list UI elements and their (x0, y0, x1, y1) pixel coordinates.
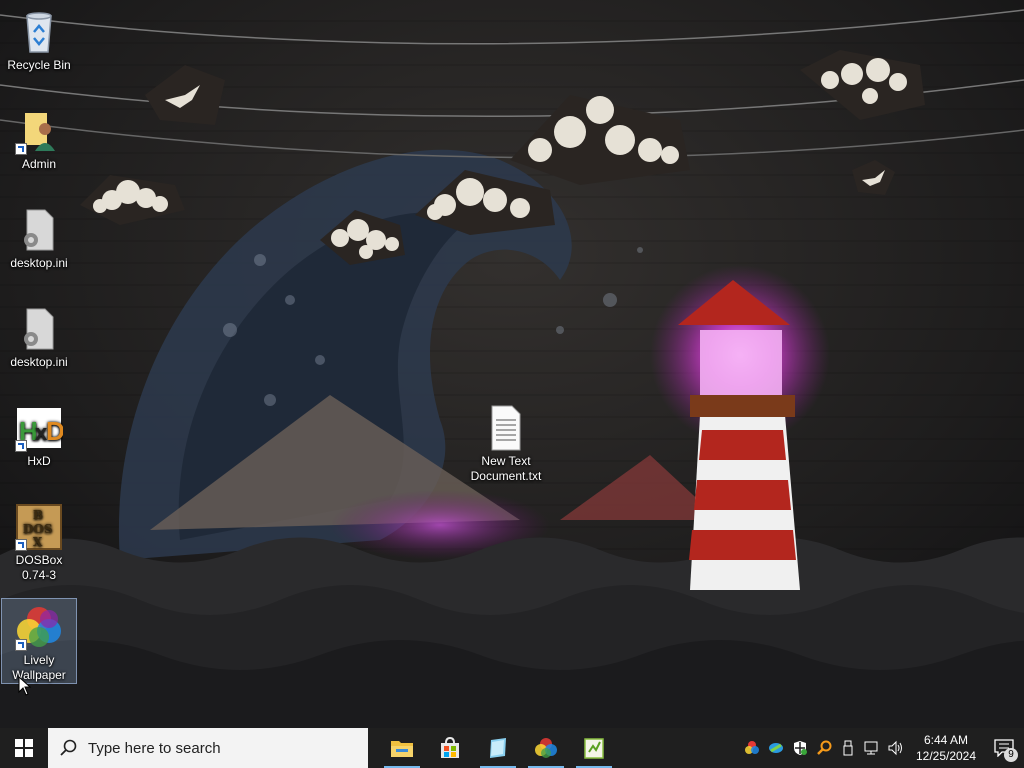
desktop-icon-label: HxD (27, 454, 51, 468)
taskbar-app-lively-wallpaper[interactable] (522, 728, 570, 768)
notepad-icon (490, 738, 506, 758)
taskbar-app-notepad[interactable] (474, 728, 522, 768)
taskbar-app-notepad-plus[interactable] (570, 728, 618, 768)
notification-center-button[interactable]: 9 (984, 728, 1024, 768)
volume-icon[interactable] (884, 728, 908, 768)
desktop-icon-desktop-ini-1[interactable]: desktop.ini (1, 202, 77, 294)
network-tray-icon[interactable] (764, 728, 788, 768)
lively-tray-icon[interactable] (740, 728, 764, 768)
windows-logo-icon (15, 739, 33, 757)
taskbar-clock[interactable]: 6:44 AM 12/25/2024 (908, 732, 984, 764)
desktop-icon-recycle-bin[interactable]: Recycle Bin (1, 4, 77, 96)
text-file-icon (482, 404, 530, 452)
shortcut-arrow-icon (15, 639, 27, 651)
svg-text:B: B (33, 508, 43, 522)
usb-icon[interactable] (836, 728, 860, 768)
desktop-icon-label: Recycle Bin (7, 58, 71, 72)
desktop-icon-new-text-document[interactable]: New Text Document.txt (468, 400, 544, 492)
lively-wallpaper-icon (15, 603, 63, 651)
dosbox-icon: B DOS X (15, 503, 63, 551)
shortcut-arrow-icon (15, 143, 27, 155)
shortcut-arrow-icon (15, 440, 27, 452)
desktop-icon-admin[interactable]: Admin (1, 103, 77, 195)
desktop-icon-lively-wallpaper[interactable]: Lively Wallpaper (1, 598, 77, 684)
settings-file-icon (15, 305, 63, 353)
hxd-icon: H x D (15, 404, 65, 452)
taskbar-app-file-explorer[interactable] (378, 728, 426, 768)
taskbar-search-box[interactable]: Type here to search (48, 728, 368, 768)
desktop-icon-label: Admin (21, 157, 56, 171)
clock-date: 12/25/2024 (915, 749, 977, 763)
desktop-icon-label: Lively Wallpaper (12, 653, 66, 682)
svg-text:X: X (33, 535, 43, 549)
defender-icon[interactable] (788, 728, 812, 768)
desktop-icon-label: New Text Document.txt (470, 454, 542, 483)
recycle-bin-icon (15, 8, 63, 56)
search-placeholder: Type here to search (88, 739, 221, 757)
svg-text:D: D (46, 416, 63, 446)
notepad-plus-icon (584, 738, 604, 759)
search-icon (60, 739, 77, 756)
desktop-icon-hxd[interactable]: H x D HxD (1, 400, 77, 492)
system-tray: 6:44 AM 12/25/2024 9 (740, 728, 1024, 768)
taskbar: Type here to search 6:44 AM 12/25/2024 9 (0, 728, 1024, 768)
desktop-icon-desktop-ini-2[interactable]: desktop.ini (1, 301, 77, 393)
taskbar-app-store[interactable] (426, 728, 474, 768)
svg-text:DOS: DOS (23, 522, 53, 536)
desktop-icon-label: desktop.ini (10, 256, 68, 270)
desktop-icon-dosbox[interactable]: B DOS X DOSBox 0.74-3 (1, 499, 77, 591)
notification-count-badge: 9 (1004, 748, 1018, 762)
start-button[interactable] (0, 728, 48, 768)
search-tray-icon[interactable] (812, 728, 836, 768)
settings-file-icon (15, 206, 63, 254)
shortcut-arrow-icon (15, 539, 27, 551)
lively-wallpaper-icon (535, 738, 557, 758)
user-folder-icon (15, 107, 63, 155)
mouse-cursor-icon (18, 676, 32, 696)
desktop-wallpaper (0, 0, 1024, 728)
clock-time: 6:44 AM (923, 733, 969, 747)
store-icon (441, 736, 459, 758)
desktop-icon-label: desktop.ini (10, 355, 68, 369)
network-icon[interactable] (860, 728, 884, 768)
desktop-icon-label: DOSBox 0.74-3 (15, 553, 63, 582)
file-explorer-icon (391, 741, 413, 757)
